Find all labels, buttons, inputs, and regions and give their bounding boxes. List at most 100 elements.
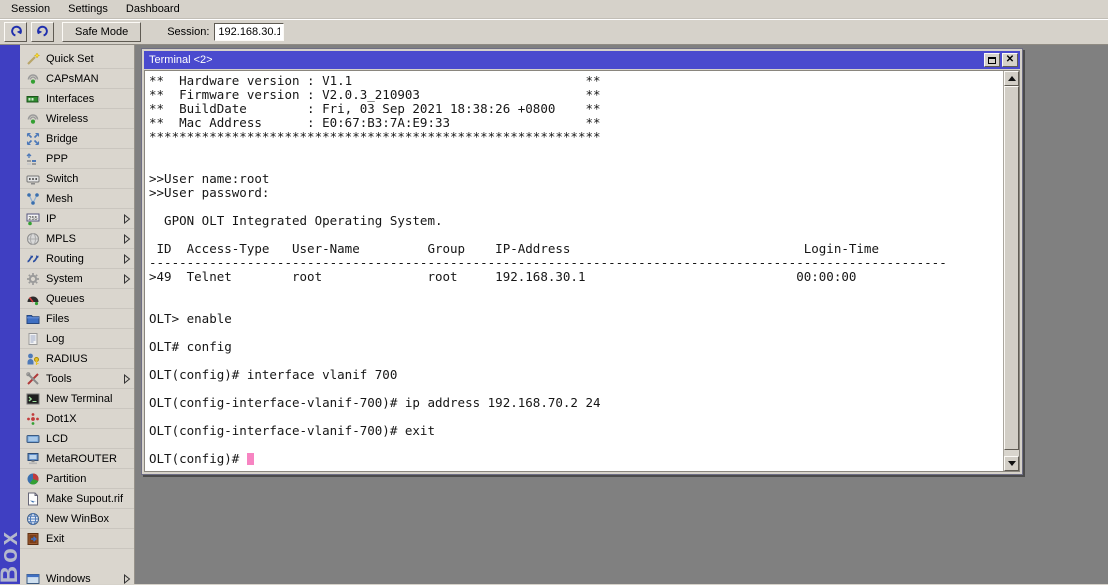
- sidebar-item-partition[interactable]: Partition: [20, 469, 134, 489]
- terminal-prompt: OLT(config)#: [149, 451, 247, 466]
- sidebar-item-queues[interactable]: Queues: [20, 289, 134, 309]
- sidebar-item-label: Interfaces: [46, 92, 95, 105]
- terminal-cursor: [246, 453, 254, 465]
- submenu-arrow-icon: [123, 253, 131, 264]
- winbox-icon: [26, 512, 40, 526]
- sidebar-item-label: System: [46, 272, 83, 285]
- terminal-scrollback: ** Hardware version : V1.1 ** ** Firmwar…: [149, 73, 947, 438]
- sidebar-item-label: Routing: [46, 252, 84, 265]
- antenna-icon: [26, 112, 40, 126]
- maximize-icon: [988, 56, 996, 64]
- sidebar-item-label: CAPsMAN: [46, 72, 99, 85]
- switch-icon: [26, 172, 40, 186]
- terminal-window: Terminal <2> ✕ ** Hardware version : V1.…: [141, 48, 1023, 475]
- mdi-background: Terminal <2> ✕ ** Hardware version : V1.…: [135, 45, 1108, 584]
- sidebar-item-make-supout-rif[interactable]: Make Supout.rif: [20, 489, 134, 509]
- sidebar-item-label: Wireless: [46, 112, 89, 125]
- safe-mode-button[interactable]: Safe Mode: [62, 22, 142, 42]
- lcd-icon: [26, 432, 40, 446]
- terminal-titlebar[interactable]: Terminal <2> ✕: [144, 51, 1020, 69]
- sidebar-item-log[interactable]: Log: [20, 329, 134, 349]
- sidebar-item-label: Bridge: [46, 132, 78, 145]
- windows-icon: [26, 572, 40, 585]
- submenu-arrow-icon: [123, 233, 131, 244]
- terminal-output[interactable]: ** Hardware version : V1.1 ** ** Firmwar…: [145, 71, 1019, 466]
- mpls-icon: [26, 232, 40, 246]
- submenu-arrow-icon: [123, 213, 131, 224]
- sidebar-item-label: IP: [46, 212, 57, 225]
- sidebar-item-label: Mesh: [46, 192, 73, 205]
- redo-arrow-icon: [36, 24, 50, 41]
- ppp-icon: [26, 152, 40, 166]
- sidebar-item-dot1x[interactable]: Dot1X: [20, 409, 134, 429]
- tools-icon: [26, 371, 40, 386]
- dot1x-icon: [26, 412, 40, 426]
- sidebar-item-tools[interactable]: Tools: [20, 369, 134, 389]
- redo-button[interactable]: [31, 22, 54, 42]
- maximize-button[interactable]: [984, 53, 1000, 67]
- sidebar-item-system[interactable]: System: [20, 269, 134, 289]
- sidebar-item-exit[interactable]: Exit: [20, 529, 134, 549]
- sidebar-item-mpls[interactable]: MPLS: [20, 229, 134, 249]
- sidebar-item-lcd[interactable]: LCD: [20, 429, 134, 449]
- menu-dashboard[interactable]: Dashboard: [117, 1, 189, 18]
- sidebar-item-radius[interactable]: RADIUS: [20, 349, 134, 369]
- undo-arrow-icon: [9, 24, 23, 41]
- winbox-brand-text: WinBox: [0, 528, 20, 584]
- exit-icon: [26, 532, 40, 546]
- sidebar-item-label: New Terminal: [46, 392, 113, 405]
- sidebar-item-label: Log: [46, 332, 65, 345]
- arrow-up-icon: [1007, 72, 1016, 81]
- sidebar-item-label: Files: [46, 312, 70, 325]
- sidebar-item-routing[interactable]: Routing: [20, 249, 134, 269]
- mesh-icon: [26, 192, 40, 206]
- antenna-icon: [26, 72, 40, 86]
- sidebar-item-new-terminal[interactable]: New Terminal: [20, 389, 134, 409]
- sidebar-item-quick-set[interactable]: Quick Set: [20, 49, 134, 69]
- sidebar-item-wireless[interactable]: Wireless: [20, 109, 134, 129]
- sidebar-item-metarouter[interactable]: MetaROUTER: [20, 449, 134, 469]
- sidebar-item-switch[interactable]: Switch: [20, 169, 134, 189]
- undo-button[interactable]: [4, 22, 27, 42]
- sidebar-item-mesh[interactable]: Mesh: [20, 189, 134, 209]
- wand-icon: [26, 51, 40, 66]
- scroll-down-button[interactable]: [1004, 456, 1019, 471]
- arrow-down-icon: [1007, 461, 1016, 470]
- interface-card-icon: [26, 92, 40, 106]
- metarouter-icon: [26, 452, 40, 466]
- sidebar-item-label: Quick Set: [46, 52, 94, 65]
- sidebar-item-capsman[interactable]: CAPsMAN: [20, 69, 134, 89]
- supout-icon: [26, 492, 40, 506]
- terminal-scrollbar[interactable]: [1003, 71, 1019, 471]
- sidebar-item-windows[interactable]: Windows: [20, 569, 134, 585]
- menu-settings[interactable]: Settings: [59, 1, 117, 18]
- sidebar-item-label: LCD: [46, 432, 69, 445]
- terminal-title: Terminal <2>: [149, 54, 213, 66]
- sidebar-item-files[interactable]: Files: [20, 309, 134, 329]
- sidebar-menu: Quick Set CAPsMAN Interfaces Wireless Bridge…: [20, 45, 135, 585]
- bridge-icon: [26, 132, 40, 146]
- sidebar-item-label: MPLS: [46, 232, 76, 245]
- scroll-up-button[interactable]: [1004, 71, 1019, 86]
- terminal-body: ** Hardware version : V1.1 ** ** Firmwar…: [144, 70, 1020, 472]
- submenu-arrow-icon: [123, 373, 131, 384]
- close-button[interactable]: ✕: [1002, 53, 1018, 67]
- brand-strip: WinBox: [0, 45, 20, 584]
- sidebar-item-label: Queues: [46, 292, 85, 305]
- session-input[interactable]: [214, 23, 285, 41]
- session-label: Session:: [167, 26, 210, 38]
- sidebar-item-label: RADIUS: [46, 352, 88, 365]
- menu-session[interactable]: Session: [2, 1, 59, 18]
- system-icon: [26, 272, 40, 286]
- sidebar-item-ip[interactable]: 255 IP: [20, 209, 134, 229]
- terminal-icon: [26, 392, 40, 406]
- sidebar-item-ppp[interactable]: PPP: [20, 149, 134, 169]
- sidebar-item-label: Switch: [46, 172, 79, 185]
- sidebar-item-label: Tools: [46, 372, 72, 385]
- log-icon: [26, 332, 40, 346]
- sidebar-item-new-winbox[interactable]: New WinBox: [20, 509, 134, 529]
- scrollbar-thumb[interactable]: [1004, 86, 1019, 450]
- sidebar-item-bridge[interactable]: Bridge: [20, 129, 134, 149]
- sidebar-item-interfaces[interactable]: Interfaces: [20, 89, 134, 109]
